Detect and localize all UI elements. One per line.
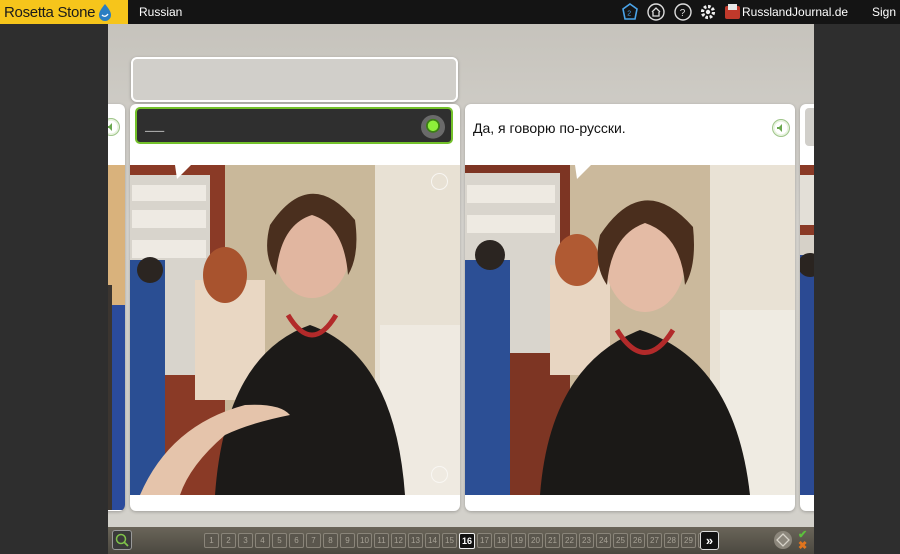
shield-icon[interactable]: 2 <box>620 2 640 22</box>
screen-progress: 1 2 3 4 5 6 7 8 9 10 11 12 13 14 15 16 17 18 19 20 21 22 23 24 2… <box>204 533 713 549</box>
screen-number-22[interactable]: 22 <box>562 533 577 548</box>
bubble-notch <box>175 165 191 179</box>
bottom-left-filler <box>0 527 108 554</box>
screen-number-15[interactable]: 15 <box>442 533 457 548</box>
next-card[interactable] <box>800 104 814 511</box>
next-photo <box>800 165 814 495</box>
screen-number-20[interactable]: 20 <box>528 533 543 548</box>
screen-number-12[interactable]: 12 <box>391 533 406 548</box>
screen-number-21[interactable]: 21 <box>545 533 560 548</box>
answer-photo <box>465 165 795 495</box>
slow-icon[interactable] <box>431 466 448 483</box>
screen-number-23[interactable]: 23 <box>579 533 594 548</box>
microphone-icon[interactable] <box>421 115 445 139</box>
bottom-bar: 1 2 3 4 5 6 7 8 9 10 11 12 13 14 15 16 17 18 19 20 21 22 23 24 2… <box>0 527 900 554</box>
screen-number-2[interactable]: 2 <box>221 533 236 548</box>
screen-number-18[interactable]: 18 <box>494 533 509 548</box>
logo-text: Rosetta Stone <box>4 3 96 21</box>
input-card: __ <box>130 105 458 146</box>
screen-number-4[interactable]: 4 <box>255 533 270 548</box>
screen-number-13[interactable]: 13 <box>408 533 423 548</box>
screen-number-24[interactable]: 24 <box>596 533 611 548</box>
previous-photo <box>108 165 125 510</box>
cross-icon: ✖ <box>798 540 808 552</box>
next-card-box <box>805 108 814 146</box>
screen-number-29[interactable]: 29 <box>681 533 696 548</box>
answer-card[interactable]: Да, я говорю по-русски. <box>465 104 795 511</box>
screen-number-5[interactable]: 5 <box>272 533 287 548</box>
screen-number-28[interactable]: 28 <box>664 533 679 548</box>
prompt-card[interactable] <box>130 104 460 511</box>
gear-icon[interactable] <box>698 2 718 22</box>
options-button[interactable] <box>774 531 792 549</box>
prompt-photo <box>130 165 460 495</box>
site-link[interactable]: RusslandJournal.de <box>742 5 848 19</box>
svg-text:?: ? <box>680 8 686 19</box>
input-placeholder: __ <box>145 117 165 135</box>
bottom-right-filler <box>814 527 900 554</box>
speech-input-field[interactable]: __ <box>135 107 453 144</box>
help-icon[interactable]: ? <box>673 2 693 22</box>
previous-card[interactable] <box>108 104 125 511</box>
mode-toggle-button[interactable] <box>112 530 132 550</box>
screen-number-10[interactable]: 10 <box>357 533 372 548</box>
lesson-stage: __ Да, я говорю по-русски. <box>108 24 814 527</box>
screen-number-7[interactable]: 7 <box>306 533 321 548</box>
screen-number-16[interactable]: 16 <box>459 533 475 549</box>
screen-number-26[interactable]: 26 <box>630 533 645 548</box>
site-favicon <box>725 4 740 19</box>
screen-number-19[interactable]: 19 <box>511 533 526 548</box>
svg-text:2: 2 <box>627 11 631 18</box>
rosetta-stone-logo[interactable]: Rosetta Stone <box>0 0 128 24</box>
screen-number-3[interactable]: 3 <box>238 533 253 548</box>
sign-out-link[interactable]: Sign O <box>872 5 900 19</box>
speaker-icon[interactable] <box>108 118 120 136</box>
screen-number-14[interactable]: 14 <box>425 533 440 548</box>
screen-number-8[interactable]: 8 <box>323 533 338 548</box>
answer-box <box>131 57 458 102</box>
screen-number-6[interactable]: 6 <box>289 533 304 548</box>
bubble-notch <box>575 165 591 179</box>
logo-drop-icon <box>99 4 112 21</box>
top-bar: Rosetta Stone Russian 2 ? RusslandJourna… <box>0 0 900 24</box>
home-icon[interactable] <box>646 2 666 22</box>
screen-number-9[interactable]: 9 <box>340 533 355 548</box>
next-screen-button[interactable]: » <box>700 531 719 550</box>
screen-number-11[interactable]: 11 <box>374 533 389 548</box>
screen-number-1[interactable]: 1 <box>204 533 219 548</box>
replay-icon[interactable] <box>431 173 448 190</box>
screen-number-17[interactable]: 17 <box>477 533 492 548</box>
language-label: Russian <box>139 5 183 19</box>
answer-sentence: Да, я говорю по-русски. <box>473 120 626 136</box>
speaker-icon[interactable] <box>772 119 790 137</box>
screen-number-25[interactable]: 25 <box>613 533 628 548</box>
screen-number-27[interactable]: 27 <box>647 533 662 548</box>
